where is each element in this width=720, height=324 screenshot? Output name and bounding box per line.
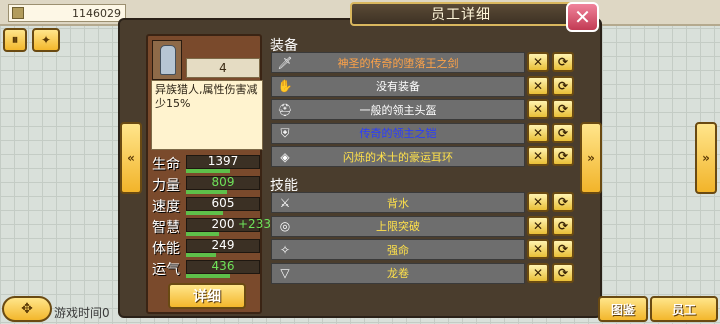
hero-description: 异族猎人,属性伤害减少15% xyxy=(151,80,263,150)
dagger-icon: ⚔ xyxy=(279,195,291,210)
stat-row: 生命 1397 xyxy=(152,154,262,173)
tornado-icon: ▽ xyxy=(280,266,290,280)
feather-icon: ✧ xyxy=(279,242,291,257)
stat-row: 力量 809 xyxy=(152,175,262,194)
remove-button[interactable]: ✕ xyxy=(527,215,549,236)
glove-icon: ✋ xyxy=(277,79,293,93)
atlas-button[interactable]: 图鉴 xyxy=(598,296,648,322)
stat-value: 1397 xyxy=(207,154,239,168)
remove-button[interactable]: ✕ xyxy=(527,239,549,259)
swap-button[interactable]: ⟳ xyxy=(552,75,574,96)
pause-button[interactable]: ⏸ xyxy=(3,28,27,52)
skills-button[interactable]: ✦ xyxy=(32,28,60,52)
swap-button[interactable]: ⟳ xyxy=(552,239,574,259)
equipment-row[interactable]: ⛨ 传奇的领主之铠 xyxy=(271,122,525,144)
swap-button[interactable]: ⟳ xyxy=(552,122,574,143)
skills-row[interactable]: ▽ 龙卷 xyxy=(271,262,525,284)
next-employee-button[interactable]: » xyxy=(580,122,602,194)
earring-icon: ◈ xyxy=(280,149,290,164)
stat-value: 605 xyxy=(211,196,235,210)
skills-row[interactable]: ⚔ 背水 xyxy=(271,192,525,213)
stat-row: 体能 249 xyxy=(152,238,262,257)
stat-label: 生命 xyxy=(152,157,180,173)
helmet-icon: ⛑ xyxy=(277,102,293,117)
hero-portrait xyxy=(152,40,182,80)
item-name: 神圣的传奇的堕落王之剑 xyxy=(337,56,459,70)
stat-row: 运气 436 xyxy=(152,259,262,278)
armor-icon: ⛨ xyxy=(280,125,290,140)
remove-button[interactable]: ✕ xyxy=(527,146,549,166)
close-button[interactable]: ✕ xyxy=(566,2,599,32)
equipment-row[interactable]: ◈ 闪烁的术士的豪运耳环 xyxy=(271,146,525,167)
dialog-title: 员工详细 xyxy=(350,2,572,26)
equipment-row[interactable]: ✋ 没有装备 xyxy=(271,75,525,97)
stat-bar xyxy=(186,169,230,173)
item-name: 上限突破 xyxy=(376,220,420,233)
swap-button[interactable]: ⟳ xyxy=(552,52,574,72)
stat-label: 速度 xyxy=(152,199,180,215)
item-name: 龙卷 xyxy=(387,267,409,280)
stat-bar xyxy=(186,211,223,215)
equipment-row[interactable]: 🗡 神圣的传奇的堕落王之剑 xyxy=(271,52,525,73)
remove-button[interactable]: ✕ xyxy=(527,122,549,143)
skills-row[interactable]: ✧ 强命 xyxy=(271,239,525,260)
remove-button[interactable]: ✕ xyxy=(527,99,549,119)
move-button[interactable]: ✥ xyxy=(2,296,52,322)
stat-value: 809 xyxy=(211,175,235,189)
swap-button[interactable]: ⟳ xyxy=(552,215,574,236)
next-page-button[interactable]: » xyxy=(695,122,717,194)
item-name: 没有装备 xyxy=(376,80,420,93)
stat-label: 运气 xyxy=(152,262,180,278)
stat-label: 智慧 xyxy=(152,220,180,236)
coin-icon xyxy=(12,7,24,19)
item-name: 背水 xyxy=(387,196,409,210)
equipment-row[interactable]: ⛑ 一般的领主头盔 xyxy=(271,99,525,120)
stat-bonus: +233 xyxy=(238,217,271,231)
stat-value: 436 xyxy=(211,259,235,273)
stat-value: 249 xyxy=(211,238,235,252)
ring-icon: ◎ xyxy=(279,219,291,233)
stat-bar xyxy=(186,190,227,194)
item-name: 一般的领主头盔 xyxy=(359,103,437,117)
stat-row: 速度 605 xyxy=(152,196,262,215)
remove-button[interactable]: ✕ xyxy=(527,192,549,212)
item-name: 传奇的领主之铠 xyxy=(359,127,437,140)
stat-bar xyxy=(186,232,219,236)
stat-bar xyxy=(186,253,216,257)
remove-button[interactable]: ✕ xyxy=(527,262,549,283)
hero-level: 4 xyxy=(186,58,260,78)
item-name: 强命 xyxy=(387,243,409,257)
swap-button[interactable]: ⟳ xyxy=(552,262,574,283)
staff-button[interactable]: 员工 xyxy=(650,296,718,322)
detail-button[interactable]: 详细 xyxy=(168,283,246,309)
swap-button[interactable]: ⟳ xyxy=(552,99,574,119)
game-time: 游戏时间0 xyxy=(54,306,110,320)
stat-label: 体能 xyxy=(152,241,180,257)
remove-button[interactable]: ✕ xyxy=(527,52,549,72)
remove-button[interactable]: ✕ xyxy=(527,75,549,96)
stat-label: 力量 xyxy=(152,178,180,194)
prev-employee-button[interactable]: « xyxy=(120,122,142,194)
swap-button[interactable]: ⟳ xyxy=(552,146,574,166)
stat-row: 智慧 200 +233 xyxy=(152,217,271,236)
money-display: 1146029 xyxy=(8,4,126,22)
money-value: 1146029 xyxy=(72,6,121,20)
item-name: 闪烁的术士的豪运耳环 xyxy=(343,150,453,164)
skills-row[interactable]: ◎ 上限突破 xyxy=(271,215,525,237)
hunter-figure-icon xyxy=(160,45,176,75)
swap-button[interactable]: ⟳ xyxy=(552,192,574,212)
sword-icon: 🗡 xyxy=(277,55,293,70)
stat-bar xyxy=(186,274,230,278)
